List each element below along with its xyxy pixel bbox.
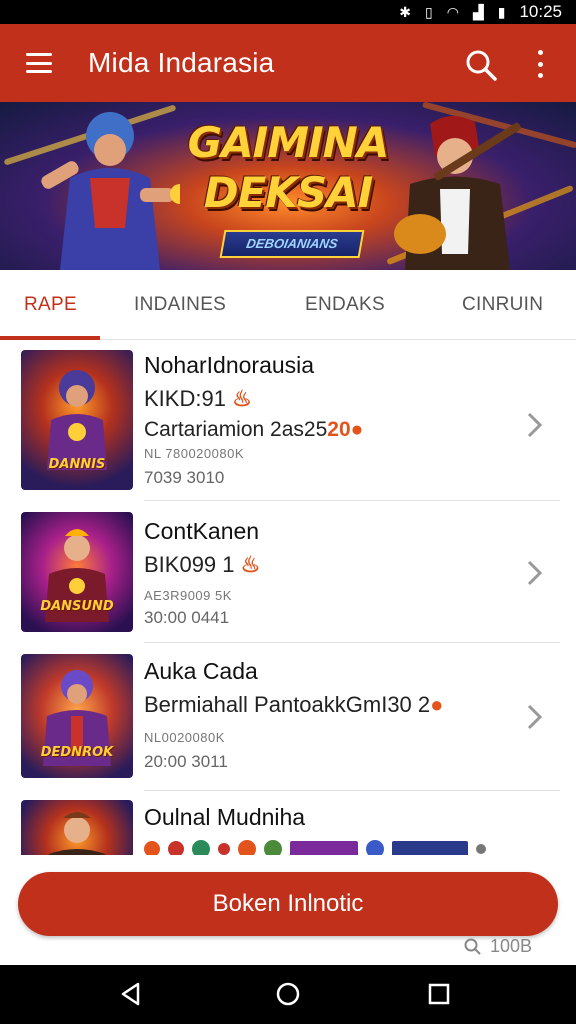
hero-character-left-image <box>41 112 180 270</box>
bottom-action-area: Boken Inlnotic 100B <box>0 855 576 965</box>
game-thumbnail: DEDNROK <box>21 654 133 778</box>
flame-icon: ● <box>350 418 364 441</box>
tab-bar: RAPE INDAINES ENDAKS CINRUIN <box>0 270 576 340</box>
banner-subtitle: DEBOIANIANS <box>219 230 365 258</box>
vibrate-icon: ▯ <box>425 3 433 20</box>
item-meta-code: NL0020080K <box>144 730 225 745</box>
search-icon <box>464 938 481 955</box>
game-thumbnail: DANSUND <box>21 512 133 632</box>
back-icon[interactable] <box>118 981 144 1007</box>
zoom-label: 100B <box>490 936 533 956</box>
promo-banner[interactable]: GAIMINA DEKSAI DEBOIANIANS <box>0 102 576 270</box>
bluetooth-icon: ✱ <box>399 3 412 20</box>
item-title: Auka Cada <box>144 658 258 684</box>
item-subtitle: Bermiahall PantoakkGmI30 2● <box>144 692 444 717</box>
list-item[interactable]: Oulnal Mudniha <box>0 792 576 855</box>
more-options-icon[interactable] <box>535 50 545 78</box>
avatar-icon <box>264 840 282 855</box>
game-thumbnail: DANNIS <box>21 350 133 490</box>
list-divider <box>144 500 560 501</box>
dot-icon <box>476 844 486 854</box>
system-navigation-bar <box>0 965 576 1024</box>
flame-icon <box>218 843 230 855</box>
item-badge: 20 <box>327 418 351 441</box>
thumbnail-label: DANNIS <box>48 457 106 472</box>
list-divider <box>144 790 560 791</box>
item-icon-strip <box>144 840 544 855</box>
item-description: Cartariamion 2as2520● <box>144 418 364 441</box>
signal-icon: ▟ <box>472 3 484 20</box>
item-title: NoharIdnorausia <box>144 352 315 378</box>
thumbnail-icon <box>392 841 468 855</box>
home-icon[interactable] <box>275 981 301 1007</box>
search-icon[interactable] <box>464 48 498 82</box>
status-time: 10:25 <box>519 2 562 21</box>
chevron-right-icon[interactable] <box>524 410 546 440</box>
item-meta-code: NL 780020080K <box>144 446 244 461</box>
zoom-control[interactable]: 100B <box>464 936 532 957</box>
flame-icon <box>144 841 160 855</box>
item-subtitle: BIK099 1 ♨ <box>144 552 261 577</box>
primary-action-button[interactable]: Boken Inlnotic <box>18 872 558 936</box>
avatar-icon <box>238 840 256 855</box>
game-thumbnail <box>21 800 133 855</box>
item-meta-code: AE3R9009 5K <box>144 588 232 603</box>
tab-rape[interactable]: RAPE <box>24 294 77 316</box>
list-item[interactable]: DEDNROK Auka Cada Bermiahall PantoakkGmI… <box>0 644 576 791</box>
status-bar: ✱ ▯ ◠ ▟ ▮ 10:25 <box>0 0 576 24</box>
chevron-right-icon[interactable] <box>524 702 546 732</box>
thumbnail-icon <box>290 841 358 855</box>
banner-title: GAIMINA DEKSAI <box>160 118 416 218</box>
flame-icon <box>168 841 184 855</box>
app-bar: Mida Indarasia <box>0 24 576 102</box>
flame-icon: ♨ <box>232 386 252 411</box>
item-subtitle: KIKD:91 ♨ <box>144 386 252 411</box>
list-divider <box>144 642 560 643</box>
game-character-image <box>45 529 109 622</box>
wifi-icon: ◠ <box>446 3 459 20</box>
avatar-icon <box>192 840 210 855</box>
tab-cinruin[interactable]: CINRUIN <box>462 294 543 316</box>
game-character-image <box>48 812 106 855</box>
app-title: Mida Indarasia <box>88 47 275 78</box>
tab-endaks[interactable]: ENDAKS <box>305 294 385 316</box>
flame-icon: ♨ <box>240 552 261 577</box>
list-item[interactable]: DANNIS NoharIdnorausia KIKD:91 ♨ Cartari… <box>0 340 576 501</box>
tab-indaines[interactable]: INDAINES <box>134 294 226 316</box>
item-title: Oulnal Mudniha <box>144 804 306 830</box>
thumbnail-label: DANSUND <box>40 599 114 614</box>
item-title: ContKanen <box>144 518 260 544</box>
flame-icon: ● <box>430 692 444 717</box>
battery-icon: ▮ <box>497 3 506 20</box>
avatar-icon <box>366 840 384 855</box>
list-item[interactable]: DANSUND ContKanen BIK099 1 ♨ AE3R9009 5K… <box>0 502 576 643</box>
thumbnail-label: DEDNROK <box>40 745 114 760</box>
item-meta-time: 20:00 3011 <box>144 752 228 771</box>
item-meta-time: 30:00 0441 <box>144 608 230 627</box>
item-meta-time: 7039 3010 <box>144 468 225 487</box>
game-list: DANNIS NoharIdnorausia KIKD:91 ♨ Cartari… <box>0 340 576 855</box>
hamburger-menu-icon[interactable] <box>26 53 52 73</box>
recents-icon[interactable] <box>426 981 452 1007</box>
chevron-right-icon[interactable] <box>524 558 546 588</box>
banner-title-line2: DEKSAI <box>203 168 373 217</box>
banner-title-line1: GAIMINA <box>187 118 390 167</box>
